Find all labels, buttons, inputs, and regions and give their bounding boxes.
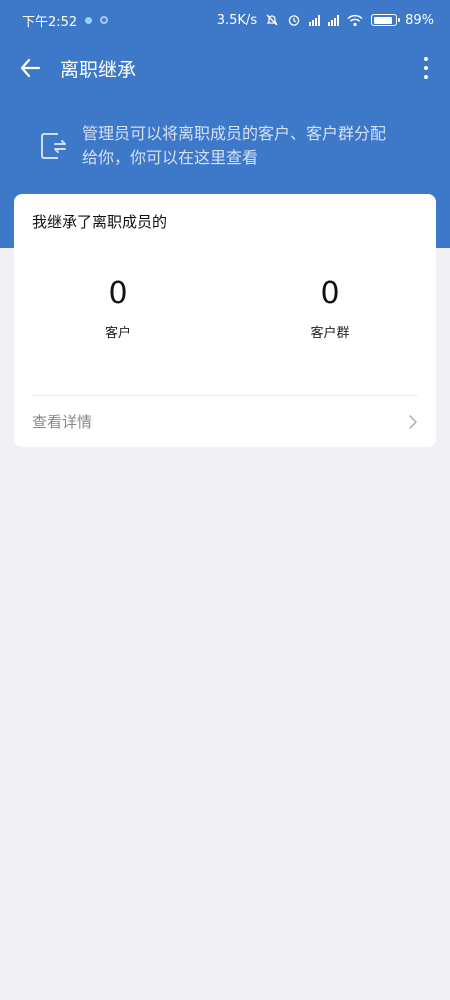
mute-bell-icon	[266, 14, 278, 26]
customers-count: 0	[108, 276, 128, 311]
info-line-1: 管理员可以将离职成员的客户、客户群分配	[82, 124, 387, 143]
customer-groups-count: 0	[320, 276, 340, 311]
status-left: 下午2:52	[22, 11, 109, 30]
back-button[interactable]	[6, 44, 54, 92]
info-banner: 管理员可以将离职成员的客户、客户群分配 给你，你可以在这里查看	[36, 122, 416, 170]
alarm-icon	[288, 15, 300, 26]
signal-hd1-icon	[309, 14, 321, 26]
notification-dot-icon	[85, 16, 93, 24]
card-title: 我继承了离职成员的	[32, 213, 168, 231]
battery-icon	[371, 14, 401, 26]
view-details-button[interactable]: 查看详情	[14, 396, 436, 447]
stat-customer-groups[interactable]: 0 客户群	[270, 276, 390, 341]
status-time: 下午2:52	[22, 14, 78, 30]
app-bar: 离职继承	[0, 44, 450, 92]
transfer-exit-icon	[41, 133, 66, 159]
info-line-2: 给你，你可以在这里查看	[82, 148, 259, 167]
arrow-left-icon	[20, 58, 41, 78]
more-options-button[interactable]	[414, 44, 438, 92]
battery-percent: 89%	[405, 12, 434, 28]
customers-label: 客户	[104, 326, 131, 341]
customer-groups-label: 客户群	[310, 326, 350, 341]
view-details-label: 查看详情	[32, 413, 93, 431]
net-speed: 3.5K/s	[216, 12, 258, 28]
chevron-right-icon	[409, 414, 417, 429]
signal-hd2-icon	[328, 14, 340, 26]
wifi-icon	[347, 14, 363, 26]
page-title: 离职继承	[60, 58, 137, 81]
stat-customers[interactable]: 0 客户	[58, 276, 178, 341]
notification-ring-icon	[100, 16, 109, 24]
info-text: 管理员可以将离职成员的客户、客户群分配 给你，你可以在这里查看	[82, 122, 386, 170]
inheritance-card: 我继承了离职成员的 0 客户 0 客户群 查看详情	[14, 194, 436, 447]
more-vertical-icon	[424, 57, 428, 61]
status-bar: 下午2:52 3.5K/s 89%	[0, 0, 450, 40]
status-right: 3.5K/s 89%	[217, 13, 434, 28]
more-dot	[424, 75, 428, 79]
more-dot	[424, 66, 428, 70]
